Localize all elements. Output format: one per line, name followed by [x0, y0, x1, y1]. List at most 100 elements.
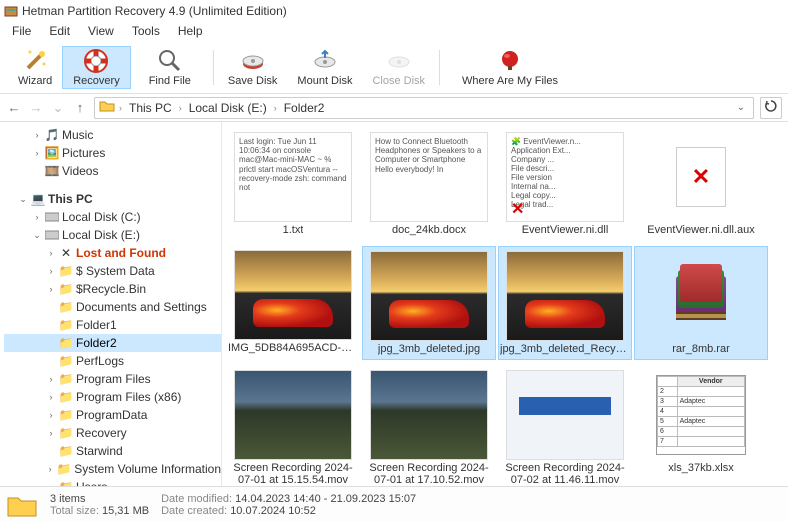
app-icon — [4, 4, 18, 18]
where-files-button[interactable]: Where Are My Files — [444, 46, 576, 89]
tree-local-e[interactable]: ⌄Local Disk (E:) — [4, 226, 221, 244]
breadcrumb-root[interactable]: This PC — [126, 100, 175, 116]
chevron-right-icon[interactable]: › — [117, 103, 124, 113]
pictures-icon: 🖼️ — [45, 146, 59, 160]
tree-recycle-bin[interactable]: ›📁$Recycle.Bin — [4, 280, 221, 298]
tree-starwind[interactable]: 📁Starwind — [4, 442, 221, 460]
file-docx[interactable]: How to Connect Bluetooth Headphones or S… — [362, 128, 496, 240]
file-grid[interactable]: Last login: Tue Jun 11 10:06:34 on conso… — [222, 122, 788, 486]
monitor-icon: 💻 — [31, 192, 45, 206]
breadcrumb-folder[interactable]: Folder2 — [281, 100, 328, 116]
tree-folder2[interactable]: 📁Folder2 — [4, 334, 221, 352]
refresh-icon — [764, 99, 778, 116]
tree-recovery[interactable]: ›📁Recovery — [4, 424, 221, 442]
forward-arrow[interactable]: → — [28, 100, 44, 116]
refresh-button[interactable] — [760, 97, 782, 119]
disk-mount-icon — [311, 48, 339, 74]
tree-videos[interactable]: 🎞️Videos — [4, 162, 221, 180]
tree-program-files-x86[interactable]: ›📁Program Files (x86) — [4, 388, 221, 406]
close-disk-button[interactable]: Close Disk — [362, 46, 435, 89]
back-arrow[interactable]: ← — [6, 100, 22, 116]
save-disk-button[interactable]: Save Disk — [218, 46, 288, 89]
file-screenrec-1[interactable]: Screen Recording 2024-07-01 at 15.15.54.… — [226, 366, 360, 486]
menu-tools[interactable]: Tools — [124, 22, 168, 42]
menu-help[interactable]: Help — [170, 22, 211, 42]
folder-icon: 📁 — [59, 372, 73, 386]
file-xls[interactable]: Vendor 2 3Adaptec 4 5Adaptec 6 7 xls_37k… — [634, 366, 768, 486]
tree-svi[interactable]: ›📁System Volume Information — [4, 460, 221, 478]
folder-tree[interactable]: ›🎵Music ›🖼️Pictures 🎞️Videos ⌄💻This PC ›… — [0, 122, 222, 486]
drive-icon — [45, 228, 59, 242]
image-thumb — [234, 250, 352, 340]
rar-icon — [642, 251, 760, 341]
titlebar: Hetman Partition Recovery 4.9 (Unlimited… — [0, 0, 788, 22]
file-screenrec-3[interactable]: Screen Recording 2024-07-02 at 11.46.11.… — [498, 366, 632, 486]
video-thumb — [506, 370, 624, 460]
toolbar-separator — [439, 50, 440, 85]
dll-preview: 🧩 EventViewer.n... Application Ext... Co… — [506, 132, 624, 222]
folder-icon: 📁 — [59, 282, 73, 296]
lifebuoy-icon — [82, 48, 110, 74]
video-thumb — [234, 370, 352, 460]
history-chevron[interactable]: ⌄ — [50, 100, 66, 116]
tree-local-c[interactable]: ›Local Disk (C:) — [4, 208, 221, 226]
folder-icon — [99, 99, 115, 116]
toolbar-separator — [213, 50, 214, 85]
folder-icon: 📁 — [59, 444, 73, 458]
text-preview: How to Connect Bluetooth Headphones or S… — [370, 132, 488, 222]
mount-disk-button[interactable]: Mount Disk — [287, 46, 362, 89]
tree-folder1[interactable]: 📁Folder1 — [4, 316, 221, 334]
music-icon: 🎵 — [45, 128, 59, 142]
drive-icon — [45, 210, 59, 224]
file-img1[interactable]: IMG_5DB84A695ACD-1.jpeg — [226, 246, 360, 360]
breadcrumb-drive[interactable]: Local Disk (E:) — [186, 100, 270, 116]
bell-icon — [496, 48, 524, 74]
tree-programdata[interactable]: ›📁ProgramData — [4, 406, 221, 424]
tree-users[interactable]: ›📁Users — [4, 478, 221, 486]
tree-this-pc[interactable]: ⌄💻This PC — [4, 190, 221, 208]
file-txt[interactable]: Last login: Tue Jun 11 10:06:34 on conso… — [226, 128, 360, 240]
window-title: Hetman Partition Recovery 4.9 (Unlimited… — [22, 4, 287, 18]
videos-icon: 🎞️ — [45, 164, 59, 178]
video-thumb — [370, 370, 488, 460]
folder-icon: 📁 — [59, 318, 73, 332]
menu-file[interactable]: File — [4, 22, 39, 42]
tree-lost-found[interactable]: ›✕Lost and Found — [4, 244, 221, 262]
tree-perflogs[interactable]: 📁PerfLogs — [4, 352, 221, 370]
file-screenrec-2[interactable]: Screen Recording 2024-07-01 at 17.10.52.… — [362, 366, 496, 486]
wizard-button[interactable]: Wizard — [8, 46, 62, 89]
image-thumb — [370, 251, 488, 341]
deleted-overlay-icon: ✕ — [511, 199, 524, 219]
menu-edit[interactable]: Edit — [41, 22, 78, 42]
status-left: 3 items Total size: 15,31 MB — [50, 493, 149, 517]
tree-system-data[interactable]: ›📁$ System Data — [4, 262, 221, 280]
recovery-button[interactable]: Recovery — [62, 46, 130, 89]
menu-view[interactable]: View — [80, 22, 122, 42]
folder-icon: 📁 — [59, 408, 73, 422]
breadcrumb-expand[interactable]: ⌄ — [733, 102, 749, 113]
breadcrumb[interactable]: › This PC › Local Disk (E:) › Folder2 ⌄ — [94, 97, 754, 119]
tree-program-files[interactable]: ›📁Program Files — [4, 370, 221, 388]
disk-close-icon — [385, 48, 413, 74]
folder-icon: 📁 — [59, 426, 73, 440]
menubar: File Edit View Tools Help — [0, 22, 788, 42]
find-file-button[interactable]: Find File — [131, 46, 209, 89]
tree-pictures[interactable]: ›🖼️Pictures — [4, 144, 221, 162]
spreadsheet-thumb: Vendor 2 3Adaptec 4 5Adaptec 6 7 — [642, 370, 760, 460]
file-jpg-deleted-recycle[interactable]: jpg_3mb_deleted_Recycle.jpg — [498, 246, 632, 360]
text-preview: Last login: Tue Jun 11 10:06:34 on conso… — [234, 132, 352, 222]
up-arrow[interactable]: ↑ — [72, 100, 88, 116]
tree-docs-settings[interactable]: 📁Documents and Settings — [4, 298, 221, 316]
navbar: ← → ⌄ ↑ › This PC › Local Disk (E:) › Fo… — [0, 94, 788, 122]
file-dll[interactable]: 🧩 EventViewer.n... Application Ext... Co… — [498, 128, 632, 240]
chevron-right-icon[interactable]: › — [272, 103, 279, 113]
folder-icon: 📁 — [59, 354, 73, 368]
tree-music[interactable]: ›🎵Music — [4, 126, 221, 144]
file-rar[interactable]: rar_8mb.rar — [634, 246, 768, 360]
file-jpg-deleted[interactable]: jpg_3mb_deleted.jpg — [362, 246, 496, 360]
unknown-file-icon — [642, 132, 760, 222]
file-dll-aux[interactable]: EventViewer.ni.dll.aux — [634, 128, 768, 240]
magnifier-icon — [156, 48, 184, 74]
image-thumb — [506, 251, 624, 341]
chevron-right-icon[interactable]: › — [177, 103, 184, 113]
